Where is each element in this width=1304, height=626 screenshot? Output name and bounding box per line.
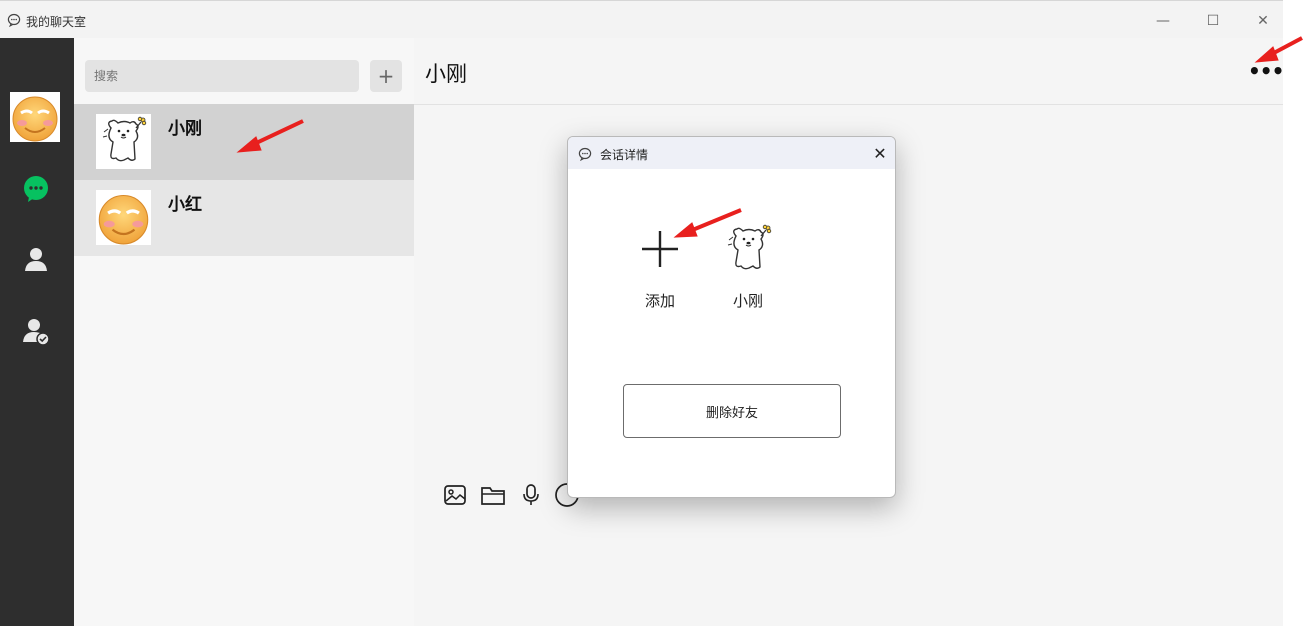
chat-list-item[interactable]: 小刚: [74, 104, 414, 180]
member-item[interactable]: 小刚: [718, 221, 778, 311]
nav-contacts[interactable]: [15, 238, 57, 280]
window-titlebar: 我的聊天室 — ☐ ✕: [0, 0, 1283, 38]
more-options-button[interactable]: •••: [1248, 61, 1284, 81]
verified-user-icon: [23, 319, 50, 346]
window-title: 我的聊天室: [26, 15, 87, 29]
contacts-icon: [25, 248, 47, 271]
window-edge: [1283, 0, 1304, 626]
conversation-details-dialog: 会话详情 ✕ 添加 小刚 删除好友: [567, 136, 896, 498]
add-contact-button[interactable]: +: [370, 60, 402, 92]
smiley-face-avatar: [12, 96, 58, 142]
search-input[interactable]: [85, 60, 359, 92]
nav-chat[interactable]: [15, 168, 57, 210]
member-label: 小刚: [732, 292, 763, 310]
my-avatar[interactable]: [10, 92, 60, 142]
microphone-icon[interactable]: [518, 482, 544, 508]
white-bear-avatar: [727, 224, 771, 269]
folder-icon[interactable]: [480, 482, 506, 508]
white-bear-avatar: [96, 114, 151, 169]
chat-title: 小刚: [425, 62, 467, 86]
smiley-face-avatar: [96, 190, 151, 245]
contact-name: 小红: [168, 195, 202, 215]
nav-verified[interactable]: [15, 310, 57, 352]
contact-list-panel: + 小刚: [74, 38, 414, 626]
dialog-title: 会话详情: [600, 148, 649, 162]
contact-name: 小刚: [168, 119, 202, 139]
chat-bubble-icon: [7, 13, 21, 27]
dialog-titlebar: 会话详情 ✕: [568, 137, 895, 169]
left-nav: [0, 38, 74, 626]
chat-list-item[interactable]: 小红: [74, 180, 414, 256]
chat-header: 小刚 •••: [414, 38, 1284, 105]
plus-icon: [642, 231, 678, 267]
close-window-button[interactable]: ✕: [1240, 9, 1286, 33]
chat-bubble-icon: [578, 147, 592, 161]
minimize-button[interactable]: —: [1140, 9, 1186, 33]
maximize-button[interactable]: ☐: [1190, 9, 1236, 33]
add-member-button[interactable]: 添加: [630, 221, 690, 311]
image-icon[interactable]: [442, 482, 468, 508]
close-icon[interactable]: ✕: [870, 143, 890, 163]
chat-bubble-icon: [24, 176, 48, 202]
delete-friend-button[interactable]: 删除好友: [623, 384, 841, 438]
member-label: 添加: [644, 292, 675, 310]
